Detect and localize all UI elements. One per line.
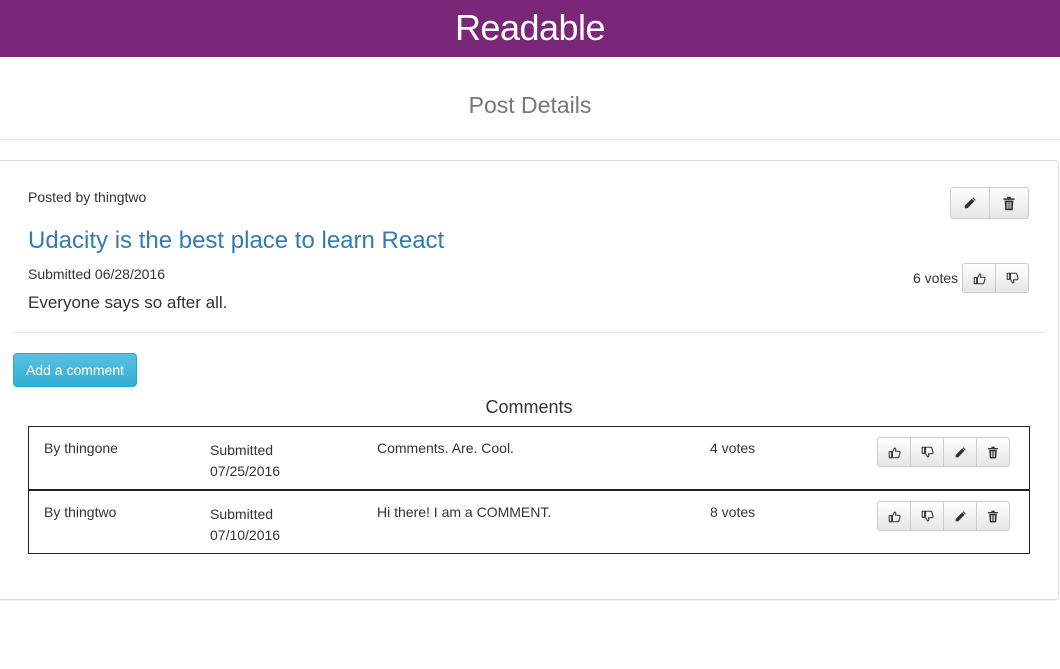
trash-icon: [987, 510, 999, 523]
delete-post-button[interactable]: [989, 187, 1029, 219]
upvote-comment-button[interactable]: [877, 501, 911, 531]
edit-post-button[interactable]: [950, 187, 990, 219]
comment-row: By thingone Submitted 07/25/2016 Comment…: [29, 427, 1029, 490]
downvote-post-button[interactable]: [995, 263, 1029, 293]
thumbs-down-icon: [1006, 272, 1019, 285]
comment-author: By thingone: [44, 440, 118, 456]
comments-heading: Comments: [485, 397, 573, 417]
panel-divider: [13, 332, 1045, 333]
post-title[interactable]: Udacity is the best place to learn React: [28, 227, 444, 255]
post-vote-buttons: [962, 263, 1029, 293]
thumbs-down-icon: [921, 446, 934, 459]
comment-date: 07/10/2016: [210, 527, 281, 543]
delete-comment-button[interactable]: [976, 437, 1010, 467]
comment-body: Comments. Are. Cool.: [377, 440, 514, 456]
thumbs-up-icon: [973, 272, 986, 285]
comment-row: By thingtwo Submitted 07/10/2016 Hi ther…: [29, 489, 1029, 554]
comment-submitted: Submitted 07/25/2016: [210, 440, 280, 482]
thumbs-down-icon: [921, 510, 934, 523]
comment-vote-count: 4 votes: [710, 440, 756, 456]
comments-table: By thingone Submitted 07/25/2016 Comment…: [28, 426, 1030, 554]
post-vote-count: 6 votes: [913, 270, 959, 286]
pencil-icon: [954, 446, 967, 459]
app-header: Readable: [0, 0, 1060, 57]
trash-icon: [987, 446, 999, 459]
post-author: Posted by thingtwo: [28, 189, 147, 205]
comment-body: Hi there! I am a COMMENT.: [377, 504, 552, 520]
comment-vote-count: 8 votes: [710, 504, 756, 520]
comment-submitted: Submitted 07/10/2016: [210, 504, 280, 546]
upvote-post-button[interactable]: [962, 263, 996, 293]
comment-submitted-label: Submitted: [210, 442, 274, 458]
pencil-icon: [954, 510, 967, 523]
post-panel: Posted by thingtwo Udacity is the best p…: [0, 160, 1059, 600]
page-divider: [0, 139, 1060, 140]
post-submitted-date: Submitted 06/28/2016: [28, 266, 165, 282]
add-comment-button[interactable]: Add a comment: [13, 353, 137, 387]
comment-date: 07/25/2016: [210, 463, 281, 479]
post-actions: [950, 187, 1029, 219]
comment-actions: [877, 437, 1010, 467]
edit-comment-button[interactable]: [943, 501, 977, 531]
app-title: Readable: [454, 6, 606, 48]
downvote-comment-button[interactable]: [910, 437, 944, 467]
upvote-comment-button[interactable]: [877, 437, 911, 467]
thumbs-up-icon: [888, 510, 901, 523]
comment-author: By thingtwo: [44, 504, 117, 520]
comment-submitted-label: Submitted: [210, 506, 274, 522]
trash-icon: [1002, 196, 1016, 211]
thumbs-up-icon: [888, 446, 901, 459]
comment-actions: [877, 501, 1010, 531]
downvote-comment-button[interactable]: [910, 501, 944, 531]
pencil-icon: [963, 196, 977, 210]
delete-comment-button[interactable]: [976, 501, 1010, 531]
post-body: Everyone says so after all.: [28, 293, 228, 312]
edit-comment-button[interactable]: [943, 437, 977, 467]
page-title: Post Details: [468, 92, 592, 118]
